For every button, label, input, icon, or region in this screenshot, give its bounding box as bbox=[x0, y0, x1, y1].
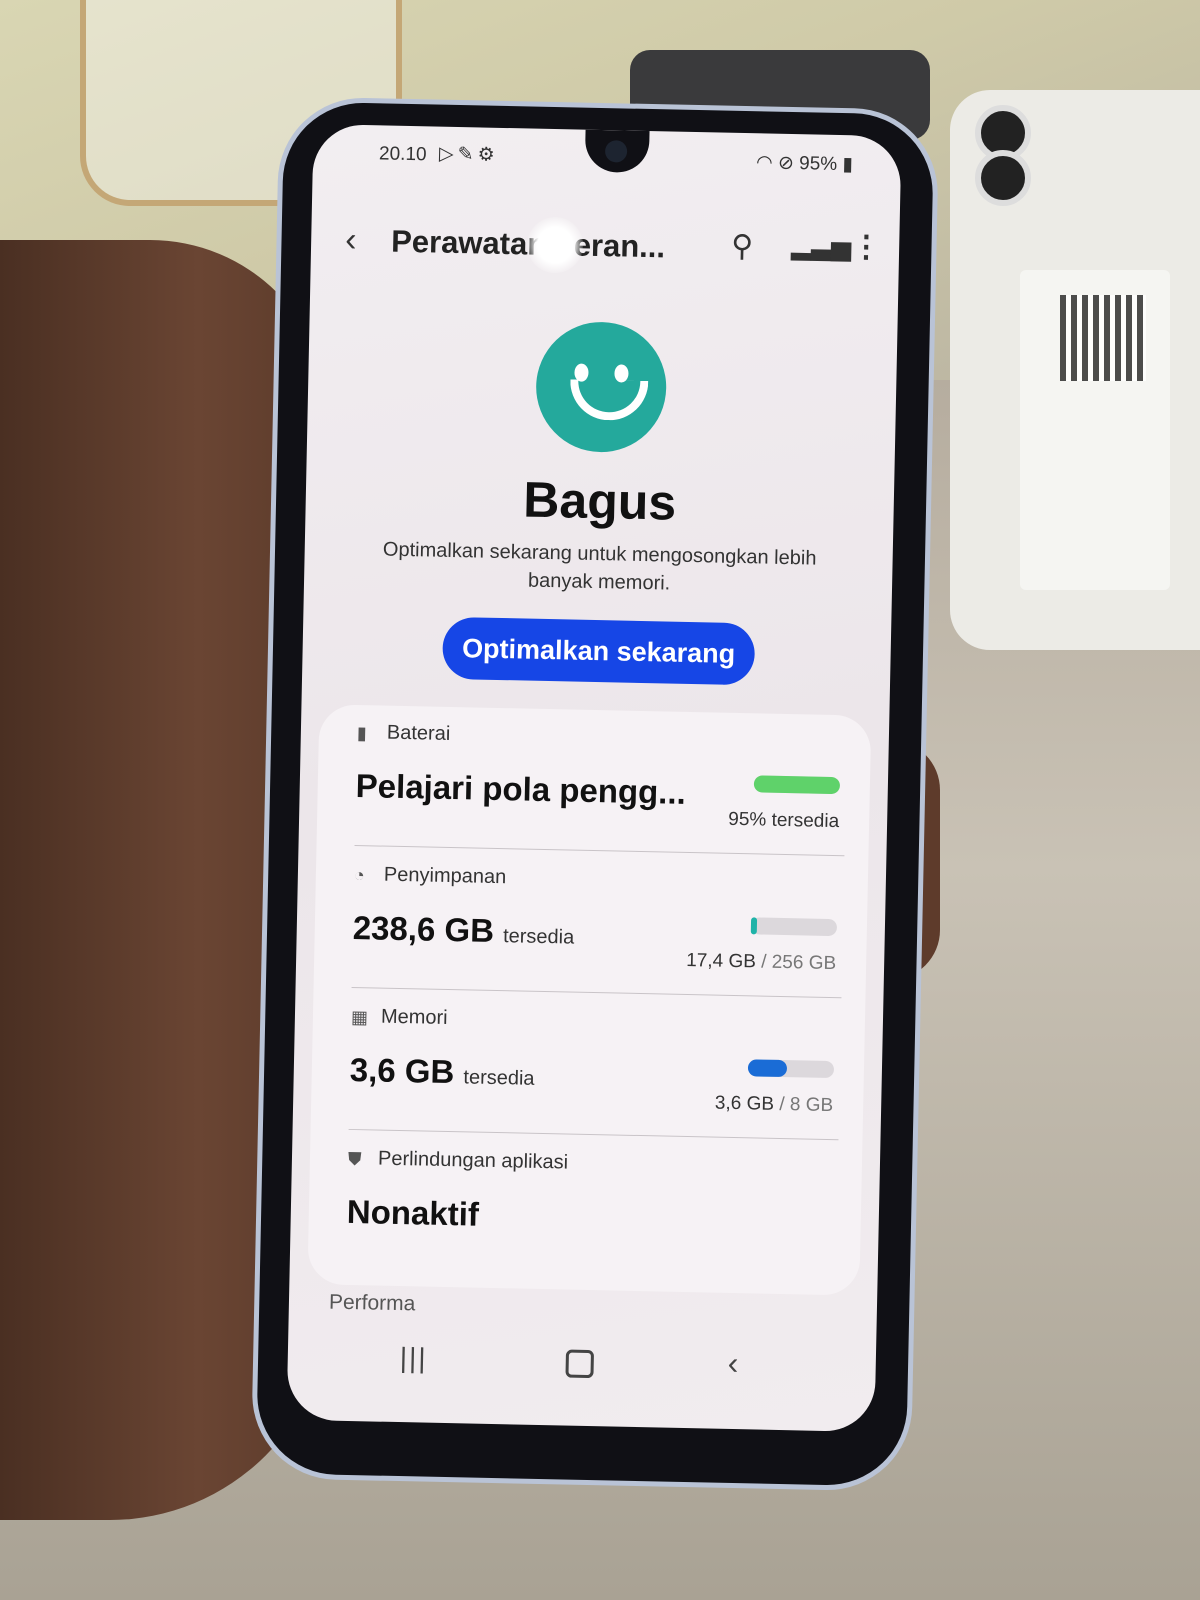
item-label: Penyimpanan bbox=[383, 863, 507, 889]
item-value-number: 238,6 GB bbox=[352, 908, 495, 949]
smiley-mouth bbox=[569, 379, 649, 422]
item-value: 238,6 GB tersedia bbox=[352, 909, 574, 952]
battery-bar bbox=[753, 775, 841, 795]
list-item-battery[interactable]: ▮ Baterai Pelajari pola pengg... 95% ter… bbox=[317, 704, 872, 856]
search-icon[interactable]: ⚲ bbox=[731, 229, 754, 264]
storage-bar bbox=[750, 917, 838, 937]
play-store-icon: ▷ bbox=[438, 143, 458, 166]
device-status-title: Bagus bbox=[522, 471, 677, 531]
item-meta-total: / 8 GB bbox=[773, 1093, 834, 1117]
item-value-number: 3,6 GB bbox=[349, 1050, 455, 1091]
item-label: Baterai bbox=[386, 721, 451, 745]
list-item-memory[interactable]: ▦ Memori 3,6 GB tersedia 3,6 GB / 8 GB bbox=[311, 988, 866, 1140]
item-meta-total: / 256 GB bbox=[755, 951, 837, 975]
item-label: Perlindungan aplikasi bbox=[377, 1147, 569, 1174]
section-header-performance: Performa bbox=[328, 1290, 416, 1316]
background-qr-code bbox=[1060, 295, 1146, 381]
battery-percent: 95% bbox=[798, 153, 838, 175]
tools-icon: ✎ bbox=[457, 144, 478, 166]
item-label: Memori bbox=[380, 1005, 448, 1029]
do-not-disturb-icon: ⊘ bbox=[777, 152, 795, 175]
signal-chart-icon[interactable]: ▂▃▅ bbox=[791, 230, 852, 262]
item-meta: 95% tersedia bbox=[728, 809, 839, 833]
recent-apps-icon[interactable]: ||| bbox=[399, 1342, 427, 1375]
back-icon[interactable]: ‹ bbox=[727, 1345, 738, 1382]
battery-bar-fill bbox=[753, 775, 841, 795]
item-value: 3,6 GB tersedia bbox=[349, 1051, 535, 1093]
home-icon[interactable] bbox=[565, 1349, 595, 1379]
item-value-unit: tersedia bbox=[463, 1066, 535, 1090]
background-camera-lens bbox=[975, 150, 1031, 206]
list-item-app-protection[interactable]: ⛊ Perlindungan aplikasi Nonaktif bbox=[308, 1130, 863, 1282]
wifi-icon: ◠ bbox=[755, 152, 773, 174]
smiley-face-icon bbox=[534, 320, 668, 454]
more-vertical-icon[interactable]: ⋮ bbox=[851, 229, 882, 265]
item-meta-total: 95% tersedia bbox=[728, 808, 840, 833]
storage-bar-fill bbox=[750, 917, 758, 935]
storage-pie-icon: ◔ bbox=[353, 864, 365, 886]
item-value: Pelajari pola pengg... bbox=[355, 767, 687, 811]
device-status-description: Optimalkan sekarang untuk mengosongkan l… bbox=[382, 538, 817, 595]
shield-icon: ⛊ bbox=[347, 1148, 362, 1170]
settings-gear-icon: ⚙ bbox=[477, 144, 499, 166]
phone-screen: 20.10 ▷✎⚙ ◠ ⊘ 95% ▮ ‹ Perawatan peran...… bbox=[286, 123, 902, 1433]
care-items-card: ▮ Baterai Pelajari pola pengg... 95% ter… bbox=[307, 704, 872, 1296]
status-left-icons: ▷✎⚙ bbox=[439, 143, 499, 167]
item-meta-used: 3,6 GB bbox=[714, 1092, 775, 1115]
status-right: ◠ ⊘ 95% ▮ bbox=[756, 151, 853, 176]
item-meta: 17,4 GB / 256 GB bbox=[686, 950, 836, 975]
memory-chip-icon: ▦ bbox=[350, 1006, 369, 1028]
list-item-storage[interactable]: ◔ Penyimpanan 238,6 GB tersedia 17,4 GB … bbox=[314, 846, 869, 998]
memory-bar-fill bbox=[747, 1059, 787, 1078]
navigation-bar: ||| ‹ bbox=[287, 1334, 876, 1406]
item-value-unit: tersedia bbox=[502, 925, 575, 949]
chevron-left-icon[interactable]: ‹ bbox=[345, 221, 357, 260]
status-bar: 20.10 ▷✎⚙ ◠ ⊘ 95% ▮ bbox=[343, 139, 874, 180]
memory-bar bbox=[747, 1059, 835, 1079]
battery-icon: ▮ bbox=[356, 723, 368, 744]
item-value: Nonaktif bbox=[346, 1192, 480, 1233]
status-time: 20.10 bbox=[378, 143, 427, 166]
item-meta-used: 17,4 GB bbox=[685, 949, 757, 973]
item-meta: 3,6 GB / 8 GB bbox=[715, 1093, 834, 1117]
optimize-now-button[interactable]: Optimalkan sekarang bbox=[442, 616, 756, 686]
app-bar: ‹ Perawatan peran... ⚲ ▂▃▅ ⋮ bbox=[310, 214, 899, 286]
battery-status-icon: ▮ bbox=[842, 154, 854, 176]
